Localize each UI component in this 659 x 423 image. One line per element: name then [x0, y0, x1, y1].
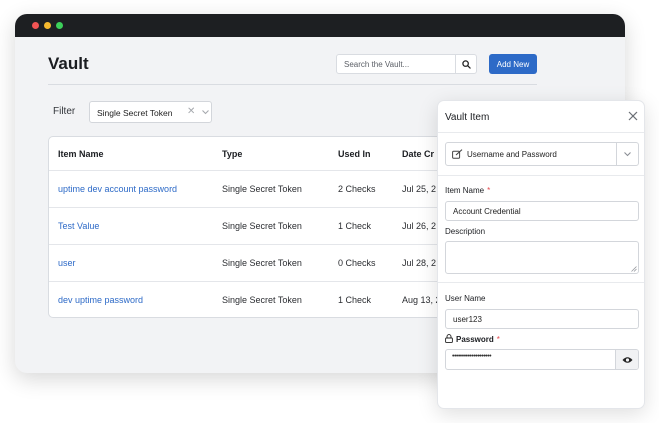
search-button[interactable]: [455, 55, 476, 73]
panel-divider: [438, 282, 644, 283]
panel-divider: [438, 132, 644, 133]
column-header-item-name[interactable]: Item Name: [58, 149, 104, 159]
password-label-text: Password: [456, 335, 494, 344]
minimize-window-dot[interactable]: [44, 22, 51, 29]
item-used-in: 1 Check: [338, 221, 372, 231]
search-box: [336, 54, 477, 74]
item-used-in: 0 Checks: [338, 258, 376, 268]
edit-icon: [452, 149, 463, 159]
panel-title: Vault Item: [445, 112, 490, 123]
clear-filter-icon[interactable]: ✕: [187, 106, 195, 117]
item-type: Single Secret Token: [222, 184, 302, 194]
item-name-link[interactable]: uptime dev account password: [58, 184, 177, 194]
password-label: Password *: [445, 334, 500, 344]
close-window-dot[interactable]: [32, 22, 39, 29]
add-new-button[interactable]: Add New: [489, 54, 537, 74]
column-header-type[interactable]: Type: [222, 149, 242, 159]
item-type: Single Secret Token: [222, 221, 302, 231]
close-icon[interactable]: [628, 111, 638, 121]
panel-divider: [438, 175, 644, 176]
eye-icon: [622, 356, 632, 363]
item-date: Jul 25, 2: [402, 184, 437, 194]
item-date: Jul 28, 2: [402, 258, 437, 268]
required-marker: *: [496, 335, 500, 344]
item-type: Single Secret Token: [222, 258, 302, 268]
username-label: User Name: [445, 294, 486, 303]
item-used-in: 1 Check: [338, 295, 372, 305]
column-header-date-created[interactable]: Date Cr: [402, 149, 434, 159]
item-type: Single Secret Token: [222, 295, 302, 305]
filter-select[interactable]: Single Secret Token ✕: [89, 101, 212, 123]
password-value: ••••••••••••••••••••: [452, 353, 492, 360]
item-used-in: 2 Checks: [338, 184, 376, 194]
search-icon: [461, 59, 471, 69]
chevron-down-icon[interactable]: [201, 106, 210, 118]
item-name-label: Item Name *: [445, 186, 490, 195]
search-input[interactable]: [337, 55, 455, 73]
password-field[interactable]: ••••••••••••••••••••: [445, 349, 639, 370]
description-field[interactable]: [445, 241, 639, 274]
type-dropdown-toggle[interactable]: [616, 143, 638, 165]
filter-label: Filter: [53, 106, 76, 117]
lock-icon: [445, 334, 453, 343]
required-marker: *: [487, 186, 491, 195]
show-password-button[interactable]: [615, 350, 638, 369]
username-field[interactable]: user123: [445, 309, 639, 329]
chevron-down-icon: [624, 152, 631, 157]
item-name-link[interactable]: user: [58, 258, 76, 268]
item-date: Aug 13, 2: [402, 295, 441, 305]
item-name-field[interactable]: Account Credential: [445, 201, 639, 221]
filter-selected-value: Single Secret Token: [97, 108, 173, 118]
description-label: Description: [445, 227, 486, 236]
header-divider: [48, 84, 537, 85]
item-type-value: Username and Password: [467, 150, 557, 159]
page-title: Vault: [48, 54, 89, 73]
window-titlebar: [15, 14, 625, 37]
resize-handle-icon[interactable]: [631, 266, 637, 272]
item-date: Jul 26, 2: [402, 221, 437, 231]
column-header-used-in[interactable]: Used In: [338, 149, 371, 159]
item-name-link[interactable]: dev uptime password: [58, 295, 143, 305]
vault-item-panel: Vault Item Username and Password Item Na…: [437, 100, 645, 409]
maximize-window-dot[interactable]: [56, 22, 63, 29]
item-name-link[interactable]: Test Value: [58, 221, 99, 231]
item-name-label-text: Item Name: [445, 186, 485, 195]
item-type-select[interactable]: Username and Password: [445, 142, 639, 166]
